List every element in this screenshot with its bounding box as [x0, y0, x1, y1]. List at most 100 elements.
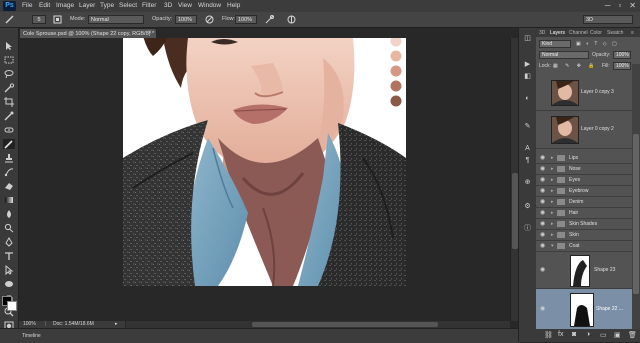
blur-tool-icon[interactable] — [3, 209, 15, 219]
layer-row[interactable]: Layer 0 copy 2 — [536, 110, 636, 149]
layer-group-row[interactable]: ◉ ▾ Coat — [536, 241, 636, 252]
lock-icons[interactable]: ▦ ✎ ✥ 🔒 — [553, 63, 598, 69]
gradient-tool-icon[interactable] — [3, 195, 15, 205]
properties-panel-icon[interactable]: ◧ — [523, 72, 532, 81]
adjustments-panel-icon[interactable]: ◐ — [523, 94, 532, 103]
document-canvas[interactable] — [123, 38, 406, 286]
link-layers-icon[interactable]: ⛓ — [544, 331, 553, 339]
brush-size-field[interactable]: 5 — [32, 15, 46, 24]
history-panel-icon[interactable]: ◫ — [523, 34, 532, 43]
brush-panel-icon[interactable]: ✎ — [523, 122, 532, 131]
document-tab[interactable]: Cole Sprouse.psd @ 100% (Shape 22 copy, … — [20, 29, 156, 38]
menu-filter[interactable]: Filter — [142, 2, 156, 9]
menu-image[interactable]: Image — [56, 2, 74, 9]
eraser-tool-icon[interactable] — [3, 181, 15, 191]
visibility-eye-icon[interactable]: ◉ — [540, 154, 545, 161]
tab-color[interactable]: Color — [590, 30, 602, 36]
timeline-panel[interactable]: Timeline — [0, 328, 520, 343]
brush-panel-icon[interactable] — [52, 14, 63, 25]
background-color-swatch[interactable] — [7, 301, 17, 311]
panel-menu-icon[interactable]: ≡ — [631, 30, 634, 36]
quick-select-tool-icon[interactable] — [3, 83, 15, 93]
visibility-eye-icon[interactable]: ◉ — [540, 165, 545, 172]
layer-opacity-field[interactable]: 100% — [613, 51, 631, 59]
layer-fill-field[interactable]: 100% — [613, 62, 631, 70]
layer-group-row[interactable]: ◉ ▸ Lips — [536, 153, 636, 164]
menu-file[interactable]: File — [22, 2, 32, 9]
visibility-eye-icon[interactable]: ◉ — [540, 209, 545, 216]
menu-type[interactable]: Type — [100, 2, 114, 9]
eyedropper-tool-icon[interactable] — [3, 111, 15, 121]
brush-tool-icon[interactable] — [3, 139, 15, 149]
healing-brush-tool-icon[interactable] — [3, 125, 15, 135]
close-document-icon[interactable]: × — [148, 30, 152, 36]
horizontal-scroll-thumb[interactable] — [252, 322, 438, 327]
layer-group-row[interactable]: ◉ ▸ Denim — [536, 197, 636, 208]
layers-scrollbar[interactable] — [632, 64, 640, 329]
visibility-eye-icon[interactable]: ◉ — [540, 220, 545, 227]
layer-filter-select[interactable]: Kind — [539, 40, 571, 48]
new-group-icon[interactable]: ▭ — [600, 331, 607, 339]
expand-arrow-icon[interactable]: ▸ — [551, 210, 554, 216]
new-layer-icon[interactable]: ▣ — [614, 331, 621, 339]
layer-style-icon[interactable]: fx — [558, 331, 563, 338]
collapse-arrow-icon[interactable]: ▾ — [551, 243, 554, 249]
add-mask-icon[interactable]: ◙ — [572, 331, 576, 338]
menu-help[interactable]: Help — [227, 2, 240, 9]
visibility-eye-icon[interactable]: ◉ — [540, 176, 545, 183]
crop-tool-icon[interactable] — [3, 97, 15, 107]
layer-group-row[interactable]: ◉ ▸ Nose — [536, 164, 636, 175]
expand-arrow-icon[interactable]: ▸ — [551, 166, 554, 172]
visibility-eye-icon[interactable]: ◉ — [540, 198, 545, 205]
delete-layer-icon[interactable]: 🗑 — [628, 331, 637, 339]
history-brush-tool-icon[interactable] — [3, 167, 15, 177]
info-panel-icon[interactable]: ⓘ — [523, 224, 532, 233]
workspace-select[interactable]: 3D — [583, 15, 633, 24]
path-selection-tool-icon[interactable] — [3, 265, 15, 275]
tab-layers[interactable]: Layers — [550, 30, 565, 36]
type-tool-icon[interactable] — [3, 251, 15, 261]
blend-mode-select[interactable]: Normal — [539, 51, 589, 59]
flow-field[interactable]: 100% — [235, 15, 257, 24]
menu-layer[interactable]: Layer — [79, 2, 95, 9]
visibility-eye-icon[interactable]: ◉ — [540, 266, 545, 273]
pressure-size-icon[interactable] — [286, 14, 297, 25]
pressure-opacity-icon[interactable] — [204, 14, 215, 25]
paragraph-panel-icon[interactable]: ¶ — [523, 156, 532, 165]
expand-arrow-icon[interactable]: ▸ — [551, 177, 554, 183]
visibility-eye-icon[interactable]: ◉ — [540, 242, 545, 249]
layer-group-row[interactable]: ◉ ▸ Eyebrow — [536, 186, 636, 197]
layer-group-row[interactable]: ◉ ▸ Hair — [536, 208, 636, 219]
mode-select[interactable]: Normal — [88, 15, 144, 24]
restore-button[interactable]: ▫ — [618, 1, 621, 11]
opacity-field[interactable]: 100% — [175, 15, 197, 24]
clone-stamp-tool-icon[interactable] — [3, 153, 15, 163]
visibility-eye-icon[interactable]: ◉ — [540, 231, 545, 238]
close-window-button[interactable]: ✕ — [629, 1, 636, 11]
pen-tool-icon[interactable] — [3, 237, 15, 247]
lasso-tool-icon[interactable] — [3, 69, 15, 79]
shape-tool-icon[interactable] — [3, 279, 15, 289]
menu-select[interactable]: Select — [119, 2, 137, 9]
layer-group-row[interactable]: ◉ ▸ Skin Shades — [536, 219, 636, 230]
menu-edit[interactable]: Edit — [39, 2, 50, 9]
visibility-eye-icon[interactable]: ◉ — [540, 305, 545, 312]
layer-group-row[interactable]: ◉ ▸ Skin — [536, 230, 636, 241]
clone-source-panel-icon[interactable]: ⊕ — [523, 178, 532, 187]
tool-presets-panel-icon[interactable]: ⚙ — [523, 202, 532, 211]
actions-panel-icon[interactable]: ▶ — [523, 60, 532, 69]
tab-swatch[interactable]: Swatch — [607, 30, 623, 36]
character-panel-icon[interactable]: A — [523, 144, 532, 153]
menu-view[interactable]: View — [178, 2, 192, 9]
airbrush-icon[interactable] — [264, 14, 275, 25]
visibility-eye-icon[interactable]: ◉ — [540, 187, 545, 194]
status-menu-arrow-icon[interactable]: ▸ — [115, 321, 118, 328]
filter-icons[interactable]: ▣ ◐ T ◇ ▢ — [576, 41, 619, 47]
move-tool-icon[interactable] — [3, 41, 15, 51]
minimize-button[interactable]: ─ — [605, 1, 611, 11]
dodge-tool-icon[interactable] — [3, 223, 15, 233]
layer-row[interactable]: Layer 0 copy 3 — [536, 74, 636, 111]
expand-arrow-icon[interactable]: ▸ — [551, 221, 554, 227]
layers-scroll-thumb[interactable] — [633, 134, 639, 294]
layer-row[interactable]: ◉ Shape 23 — [536, 252, 636, 289]
